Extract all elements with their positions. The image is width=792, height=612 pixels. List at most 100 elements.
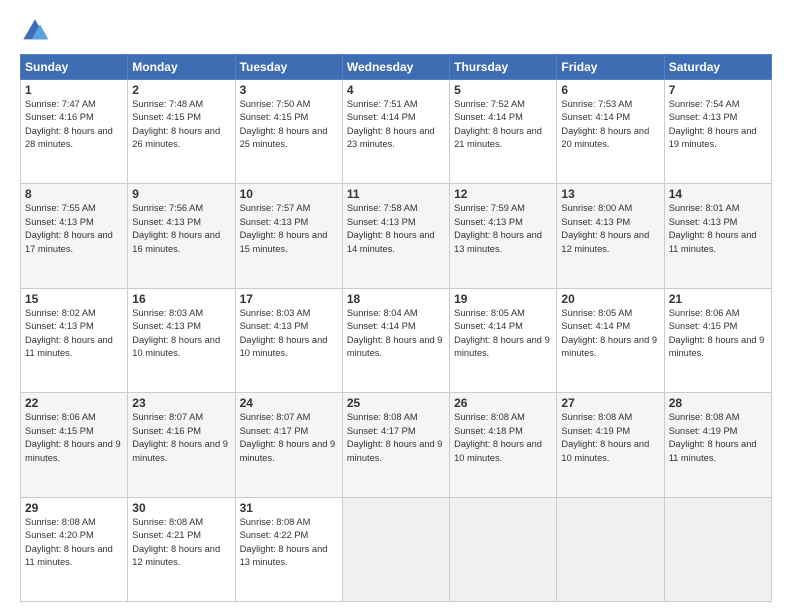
day-info: Sunrise: 8:08 AM Sunset: 4:19 PM Dayligh… — [561, 411, 659, 465]
calendar-day-cell: 19 Sunrise: 8:05 AM Sunset: 4:14 PM Dayl… — [450, 288, 557, 392]
calendar-day-cell: 29 Sunrise: 8:08 AM Sunset: 4:20 PM Dayl… — [21, 497, 128, 601]
day-info: Sunrise: 8:07 AM Sunset: 4:16 PM Dayligh… — [132, 411, 230, 465]
day-number: 17 — [240, 292, 338, 306]
day-number: 29 — [25, 501, 123, 515]
calendar-day-cell — [450, 497, 557, 601]
day-number: 26 — [454, 396, 552, 410]
day-info: Sunrise: 7:54 AM Sunset: 4:13 PM Dayligh… — [669, 98, 767, 152]
calendar-week-row: 1 Sunrise: 7:47 AM Sunset: 4:16 PM Dayli… — [21, 80, 772, 184]
day-info: Sunrise: 8:01 AM Sunset: 4:13 PM Dayligh… — [669, 202, 767, 256]
calendar-day-cell — [557, 497, 664, 601]
day-info: Sunrise: 8:03 AM Sunset: 4:13 PM Dayligh… — [132, 307, 230, 361]
header — [20, 16, 772, 46]
calendar-day-cell: 3 Sunrise: 7:50 AM Sunset: 4:15 PM Dayli… — [235, 80, 342, 184]
calendar-day-cell: 31 Sunrise: 8:08 AM Sunset: 4:22 PM Dayl… — [235, 497, 342, 601]
calendar-day-cell — [342, 497, 449, 601]
day-info: Sunrise: 7:56 AM Sunset: 4:13 PM Dayligh… — [132, 202, 230, 256]
day-info: Sunrise: 8:08 AM Sunset: 4:20 PM Dayligh… — [25, 516, 123, 570]
calendar-day-cell — [664, 497, 771, 601]
day-number: 21 — [669, 292, 767, 306]
day-info: Sunrise: 7:53 AM Sunset: 4:14 PM Dayligh… — [561, 98, 659, 152]
calendar-day-cell: 9 Sunrise: 7:56 AM Sunset: 4:13 PM Dayli… — [128, 184, 235, 288]
day-info: Sunrise: 8:08 AM Sunset: 4:18 PM Dayligh… — [454, 411, 552, 465]
day-number: 31 — [240, 501, 338, 515]
day-info: Sunrise: 7:51 AM Sunset: 4:14 PM Dayligh… — [347, 98, 445, 152]
day-number: 23 — [132, 396, 230, 410]
calendar-day-cell: 27 Sunrise: 8:08 AM Sunset: 4:19 PM Dayl… — [557, 393, 664, 497]
day-info: Sunrise: 8:08 AM Sunset: 4:19 PM Dayligh… — [669, 411, 767, 465]
calendar-week-row: 22 Sunrise: 8:06 AM Sunset: 4:15 PM Dayl… — [21, 393, 772, 497]
day-info: Sunrise: 8:05 AM Sunset: 4:14 PM Dayligh… — [561, 307, 659, 361]
day-number: 9 — [132, 187, 230, 201]
calendar-day-cell: 30 Sunrise: 8:08 AM Sunset: 4:21 PM Dayl… — [128, 497, 235, 601]
day-of-week-header: Monday — [128, 55, 235, 80]
calendar-day-cell: 21 Sunrise: 8:06 AM Sunset: 4:15 PM Dayl… — [664, 288, 771, 392]
day-info: Sunrise: 7:50 AM Sunset: 4:15 PM Dayligh… — [240, 98, 338, 152]
calendar-day-cell: 5 Sunrise: 7:52 AM Sunset: 4:14 PM Dayli… — [450, 80, 557, 184]
day-number: 28 — [669, 396, 767, 410]
day-number: 6 — [561, 83, 659, 97]
day-number: 25 — [347, 396, 445, 410]
day-info: Sunrise: 8:08 AM Sunset: 4:21 PM Dayligh… — [132, 516, 230, 570]
day-number: 19 — [454, 292, 552, 306]
day-info: Sunrise: 8:00 AM Sunset: 4:13 PM Dayligh… — [561, 202, 659, 256]
day-info: Sunrise: 7:59 AM Sunset: 4:13 PM Dayligh… — [454, 202, 552, 256]
day-number: 15 — [25, 292, 123, 306]
calendar-day-cell: 22 Sunrise: 8:06 AM Sunset: 4:15 PM Dayl… — [21, 393, 128, 497]
day-number: 24 — [240, 396, 338, 410]
calendar-day-cell: 2 Sunrise: 7:48 AM Sunset: 4:15 PM Dayli… — [128, 80, 235, 184]
day-number: 14 — [669, 187, 767, 201]
day-info: Sunrise: 8:07 AM Sunset: 4:17 PM Dayligh… — [240, 411, 338, 465]
day-info: Sunrise: 8:06 AM Sunset: 4:15 PM Dayligh… — [25, 411, 123, 465]
calendar-day-cell: 8 Sunrise: 7:55 AM Sunset: 4:13 PM Dayli… — [21, 184, 128, 288]
calendar-day-cell: 13 Sunrise: 8:00 AM Sunset: 4:13 PM Dayl… — [557, 184, 664, 288]
day-number: 12 — [454, 187, 552, 201]
day-number: 22 — [25, 396, 123, 410]
day-number: 7 — [669, 83, 767, 97]
calendar-day-cell: 18 Sunrise: 8:04 AM Sunset: 4:14 PM Dayl… — [342, 288, 449, 392]
day-info: Sunrise: 8:06 AM Sunset: 4:15 PM Dayligh… — [669, 307, 767, 361]
day-number: 2 — [132, 83, 230, 97]
calendar-day-cell: 20 Sunrise: 8:05 AM Sunset: 4:14 PM Dayl… — [557, 288, 664, 392]
day-number: 13 — [561, 187, 659, 201]
day-number: 20 — [561, 292, 659, 306]
calendar-week-row: 15 Sunrise: 8:02 AM Sunset: 4:13 PM Dayl… — [21, 288, 772, 392]
day-info: Sunrise: 8:05 AM Sunset: 4:14 PM Dayligh… — [454, 307, 552, 361]
day-of-week-header: Friday — [557, 55, 664, 80]
calendar-day-cell: 11 Sunrise: 7:58 AM Sunset: 4:13 PM Dayl… — [342, 184, 449, 288]
day-info: Sunrise: 8:03 AM Sunset: 4:13 PM Dayligh… — [240, 307, 338, 361]
calendar-day-cell: 12 Sunrise: 7:59 AM Sunset: 4:13 PM Dayl… — [450, 184, 557, 288]
calendar-day-cell: 23 Sunrise: 8:07 AM Sunset: 4:16 PM Dayl… — [128, 393, 235, 497]
day-info: Sunrise: 8:08 AM Sunset: 4:17 PM Dayligh… — [347, 411, 445, 465]
day-info: Sunrise: 7:57 AM Sunset: 4:13 PM Dayligh… — [240, 202, 338, 256]
day-info: Sunrise: 7:52 AM Sunset: 4:14 PM Dayligh… — [454, 98, 552, 152]
day-number: 30 — [132, 501, 230, 515]
day-number: 1 — [25, 83, 123, 97]
day-info: Sunrise: 7:55 AM Sunset: 4:13 PM Dayligh… — [25, 202, 123, 256]
day-info: Sunrise: 8:08 AM Sunset: 4:22 PM Dayligh… — [240, 516, 338, 570]
day-of-week-header: Wednesday — [342, 55, 449, 80]
calendar-day-cell: 14 Sunrise: 8:01 AM Sunset: 4:13 PM Dayl… — [664, 184, 771, 288]
day-number: 27 — [561, 396, 659, 410]
day-info: Sunrise: 8:02 AM Sunset: 4:13 PM Dayligh… — [25, 307, 123, 361]
calendar-day-cell: 17 Sunrise: 8:03 AM Sunset: 4:13 PM Dayl… — [235, 288, 342, 392]
calendar-week-row: 8 Sunrise: 7:55 AM Sunset: 4:13 PM Dayli… — [21, 184, 772, 288]
day-number: 5 — [454, 83, 552, 97]
calendar-day-cell: 10 Sunrise: 7:57 AM Sunset: 4:13 PM Dayl… — [235, 184, 342, 288]
day-of-week-header: Tuesday — [235, 55, 342, 80]
day-number: 8 — [25, 187, 123, 201]
day-of-week-header: Thursday — [450, 55, 557, 80]
day-of-week-header: Sunday — [21, 55, 128, 80]
day-number: 10 — [240, 187, 338, 201]
calendar-day-cell: 15 Sunrise: 8:02 AM Sunset: 4:13 PM Dayl… — [21, 288, 128, 392]
day-of-week-header: Saturday — [664, 55, 771, 80]
calendar-day-cell: 6 Sunrise: 7:53 AM Sunset: 4:14 PM Dayli… — [557, 80, 664, 184]
logo-icon — [20, 16, 50, 46]
page: SundayMondayTuesdayWednesdayThursdayFrid… — [0, 0, 792, 612]
day-number: 18 — [347, 292, 445, 306]
calendar-day-cell: 25 Sunrise: 8:08 AM Sunset: 4:17 PM Dayl… — [342, 393, 449, 497]
calendar-day-cell: 28 Sunrise: 8:08 AM Sunset: 4:19 PM Dayl… — [664, 393, 771, 497]
calendar-day-cell: 1 Sunrise: 7:47 AM Sunset: 4:16 PM Dayli… — [21, 80, 128, 184]
day-info: Sunrise: 7:58 AM Sunset: 4:13 PM Dayligh… — [347, 202, 445, 256]
calendar-day-cell: 16 Sunrise: 8:03 AM Sunset: 4:13 PM Dayl… — [128, 288, 235, 392]
